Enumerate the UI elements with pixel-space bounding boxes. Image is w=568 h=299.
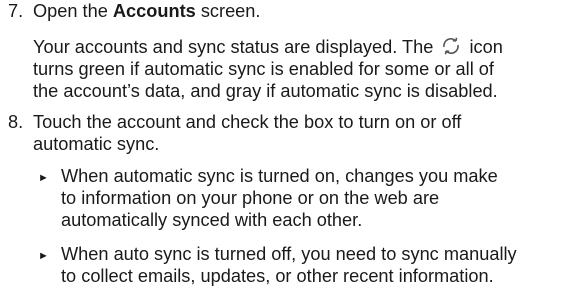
- description-text-pre: Your accounts and sync status are displa…: [33, 37, 434, 57]
- bullet-1-line-2: to information on your phone or on the w…: [61, 188, 440, 208]
- step-8-line-2: automatic sync.: [33, 134, 160, 154]
- step-7-number: 7.: [8, 1, 24, 21]
- step-7-description-line-2: turns green if automatic sync is enabled…: [33, 59, 494, 79]
- step-8-number: 8.: [8, 112, 24, 132]
- bullet-marker: ►: [38, 250, 49, 262]
- bullet-1-line-1: When automatic sync is turned on, change…: [61, 166, 498, 186]
- step-7-instruction: Open the Accounts screen.: [33, 0, 260, 22]
- description-text-post: icon: [469, 37, 503, 57]
- bullet-marker: ►: [38, 172, 49, 184]
- step-7-description-line-1: Your accounts and sync status are displa…: [33, 36, 503, 58]
- bullet-2-line-2: to collect emails, updates, or other rec…: [61, 266, 494, 286]
- sync-icon: [440, 37, 462, 55]
- bullet-2-line-1: When auto sync is turned off, you need t…: [61, 244, 517, 264]
- step-7-text-pre: Open the: [33, 1, 113, 21]
- step-7-description-line-3: the account’s data, and gray if automati…: [33, 81, 498, 101]
- step-8-line-1: Touch the account and check the box to t…: [33, 112, 462, 132]
- bullet-1-line-3: automatically synced with each other.: [61, 210, 363, 230]
- accounts-screen-label: Accounts: [112, 1, 196, 21]
- step-7-text-post: screen.: [195, 1, 261, 21]
